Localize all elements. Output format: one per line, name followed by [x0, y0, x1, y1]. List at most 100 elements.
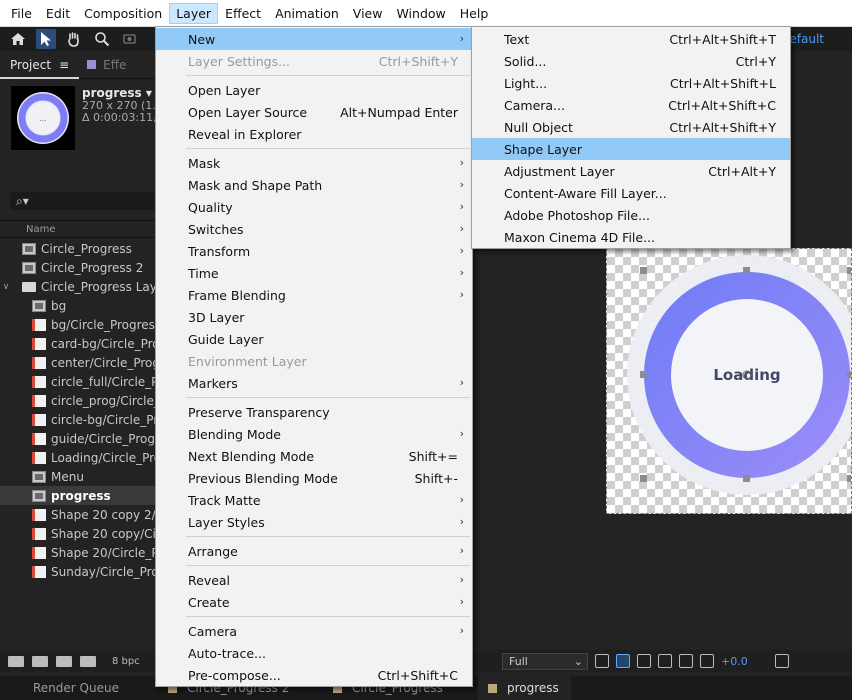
new-folder-icon[interactable]	[32, 655, 48, 667]
resolution-select[interactable]: Full ⌄	[502, 652, 588, 670]
project-item-loading-circle-progress-psd[interactable]: Loading/Circle_Progress.psd	[0, 448, 156, 467]
zoom-tool-icon[interactable]	[92, 29, 112, 49]
layer-menu-item-3d-layer[interactable]: 3D Layer	[156, 306, 472, 328]
menu-item-shortcut: Ctrl+Alt+Shift+L	[670, 75, 776, 91]
layer-menu-item-previous-blending-mode[interactable]: Previous Blending Mode Shift+-	[156, 467, 472, 489]
project-item-circle-prog-circle-progress-psd[interactable]: circle_prog/Circle_Progress.psd	[0, 391, 156, 410]
layer-menu-item-time[interactable]: Time ›	[156, 262, 472, 284]
project-item-shape-20-copy-2-circle-progress-psd[interactable]: Shape 20 copy 2/Circle_Progress.psd	[0, 505, 156, 524]
panel-menu-icon[interactable]: ≡	[59, 58, 69, 72]
layer-menu-item-open-layer-source[interactable]: Open Layer Source Alt+Numpad Enter	[156, 101, 472, 123]
layer-menu-item-quality[interactable]: Quality ›	[156, 196, 472, 218]
new-menu-item-text[interactable]: Text Ctrl+Alt+Shift+T	[472, 28, 790, 50]
new-menu-item-adjustment-layer[interactable]: Adjustment Layer Ctrl+Alt+Y	[472, 160, 790, 182]
column-header-name[interactable]: Name	[0, 220, 156, 238]
menubar-item-composition[interactable]: Composition	[77, 3, 169, 24]
layer-menu-item-track-matte[interactable]: Track Matte ›	[156, 489, 472, 511]
tab-effect-controls[interactable]: Effe	[79, 58, 126, 72]
grid-guides-icon[interactable]	[658, 654, 672, 668]
menubar-item-help[interactable]: Help	[453, 3, 496, 24]
submenu-arrow-icon: ›	[459, 244, 464, 257]
new-menu-item-camera[interactable]: Camera... Ctrl+Alt+Shift+C	[472, 94, 790, 116]
project-item-menu[interactable]: Menu	[0, 467, 156, 486]
camera-snapshot-icon[interactable]	[774, 654, 789, 668]
reset-exposure-icon[interactable]	[700, 654, 714, 668]
layer-menu-item-blending-mode[interactable]: Blending Mode ›	[156, 423, 472, 445]
layer-menu-item-frame-blending[interactable]: Frame Blending ›	[156, 284, 472, 306]
project-item-sunday-circle-progress-psd[interactable]: Sunday/Circle_Progress.psd	[0, 562, 156, 581]
menubar-item-edit[interactable]: Edit	[39, 3, 77, 24]
twirl-down-icon[interactable]: ∨	[0, 282, 12, 292]
menubar-item-effect[interactable]: Effect	[218, 3, 268, 24]
tab-project[interactable]: Project ≡	[0, 52, 80, 79]
new-menu-item-null-object[interactable]: Null Object Ctrl+Alt+Shift+Y	[472, 116, 790, 138]
menubar-item-file[interactable]: File	[4, 3, 39, 24]
new-menu-item-adobe-photoshop-file[interactable]: Adobe Photoshop File...	[472, 204, 790, 226]
layer-menu-item-auto-trace[interactable]: Auto-trace...	[156, 642, 472, 664]
new-menu-item-shape-layer[interactable]: Shape Layer	[472, 138, 790, 160]
menu-item-label: New	[188, 31, 216, 47]
layer-menu-item-open-layer[interactable]: Open Layer	[156, 79, 472, 101]
project-item-guide-circle-progress-psd[interactable]: guide/Circle_Progress.psd	[0, 429, 156, 448]
project-item-progress[interactable]: progress	[0, 486, 156, 505]
selection-tool-icon[interactable]	[36, 29, 56, 49]
project-item-circle-progress-layers[interactable]: ∨ Circle_Progress Layers	[0, 277, 156, 296]
menubar-item-window[interactable]: Window	[389, 3, 452, 24]
project-item-circle-progress[interactable]: Circle_Progress	[0, 239, 156, 258]
layer-menu-item-preserve-transparency[interactable]: Preserve Transparency	[156, 401, 472, 423]
project-item-center-circle-progress-psd[interactable]: center/Circle_Progress.psd	[0, 353, 156, 372]
layer-menu-item-next-blending-mode[interactable]: Next Blending Mode Shift+=	[156, 445, 472, 467]
layer-menu-item-mask[interactable]: Mask ›	[156, 152, 472, 174]
layer-menu-item-mask-and-shape-path[interactable]: Mask and Shape Path ›	[156, 174, 472, 196]
mask-visibility-icon[interactable]	[637, 654, 651, 668]
layer-menu-item-camera[interactable]: Camera ›	[156, 620, 472, 642]
comp-name[interactable]: progress ▾	[82, 86, 152, 100]
layer-menu-item-guide-layer[interactable]: Guide Layer	[156, 328, 472, 350]
project-settings-icon[interactable]	[80, 655, 96, 667]
new-composition-icon[interactable]	[56, 655, 72, 667]
project-item-bg-circle-progress-psd[interactable]: bg/Circle_Progress.psd	[0, 315, 156, 334]
project-item-label: Menu	[51, 469, 84, 484]
project-item-shape-20-copy-circle-progress-psd[interactable]: Shape 20 copy/Circle_Progress.psd	[0, 524, 156, 543]
bit-depth-label[interactable]: 8 bpc	[112, 656, 140, 667]
project-item-circle-progress-2[interactable]: Circle_Progress 2	[0, 258, 156, 277]
home-icon[interactable]	[8, 29, 28, 49]
orbit-camera-icon[interactable]	[120, 29, 140, 49]
layer-menu-item-reveal-in-explorer[interactable]: Reveal in Explorer	[156, 123, 472, 145]
project-item-shape-20-circle-progress-psd[interactable]: Shape 20/Circle_Progress.psd	[0, 543, 156, 562]
project-item-circle-bg-circle-progress-psd[interactable]: circle-bg/Circle_Progress.psd	[0, 410, 156, 429]
layer-menu: New › Layer Settings... Ctrl+Shift+Y Open La…	[155, 26, 473, 687]
layer-menu-item-markers[interactable]: Markers ›	[156, 372, 472, 394]
snapshot-region-icon[interactable]	[595, 654, 609, 668]
comp-canvas[interactable]: Loading	[606, 248, 852, 514]
layer-menu-item-arrange[interactable]: Arrange ›	[156, 540, 472, 562]
composition-icon	[22, 261, 36, 274]
project-item-circle-full-circle-progress-psd[interactable]: circle_full/Circle_Progress.psd	[0, 372, 156, 391]
interpret-footage-icon[interactable]	[8, 655, 24, 667]
project-item-label: Circle_Progress	[41, 241, 132, 256]
rgb-channels-icon[interactable]	[679, 654, 693, 668]
layer-menu-item-pre-compose[interactable]: Pre-compose... Ctrl+Shift+C	[156, 664, 472, 686]
layer-menu-item-layer-styles[interactable]: Layer Styles ›	[156, 511, 472, 533]
new-menu-item-maxon-cinema-4d-file[interactable]: Maxon Cinema 4D File...	[472, 226, 790, 248]
layer-menu-item-reveal[interactable]: Reveal ›	[156, 569, 472, 591]
layer-menu-item-create[interactable]: Create ›	[156, 591, 472, 613]
new-menu-item-solid[interactable]: Solid... Ctrl+Y	[472, 50, 790, 72]
tab-progress[interactable]: progress	[478, 676, 571, 700]
layer-menu-item-switches[interactable]: Switches ›	[156, 218, 472, 240]
layer-menu-item-new[interactable]: New ›	[156, 28, 472, 50]
hand-tool-icon[interactable]	[64, 29, 84, 49]
menubar-item-animation[interactable]: Animation	[268, 3, 346, 24]
exposure-value[interactable]: +0.0	[721, 655, 748, 668]
project-item-card-bg-circle-progress-psd[interactable]: card-bg/Circle_Progress.psd	[0, 334, 156, 353]
new-menu-item-light[interactable]: Light... Ctrl+Alt+Shift+L	[472, 72, 790, 94]
project-item-bg[interactable]: bg	[0, 296, 156, 315]
new-menu-item-content-aware-fill-layer[interactable]: Content-Aware Fill Layer...	[472, 182, 790, 204]
menubar-item-layer[interactable]: Layer	[169, 2, 219, 24]
transparency-grid-icon[interactable]	[616, 654, 630, 668]
tab-render-queue[interactable]: Render Queue	[0, 676, 158, 700]
project-panel: Project ≡ Effe ... progress ▾ 270 x 270 (…	[0, 52, 156, 650]
layer-menu-item-transform[interactable]: Transform ›	[156, 240, 472, 262]
project-search-input[interactable]: ⌕▾	[10, 192, 156, 210]
menubar-item-view[interactable]: View	[346, 3, 390, 24]
